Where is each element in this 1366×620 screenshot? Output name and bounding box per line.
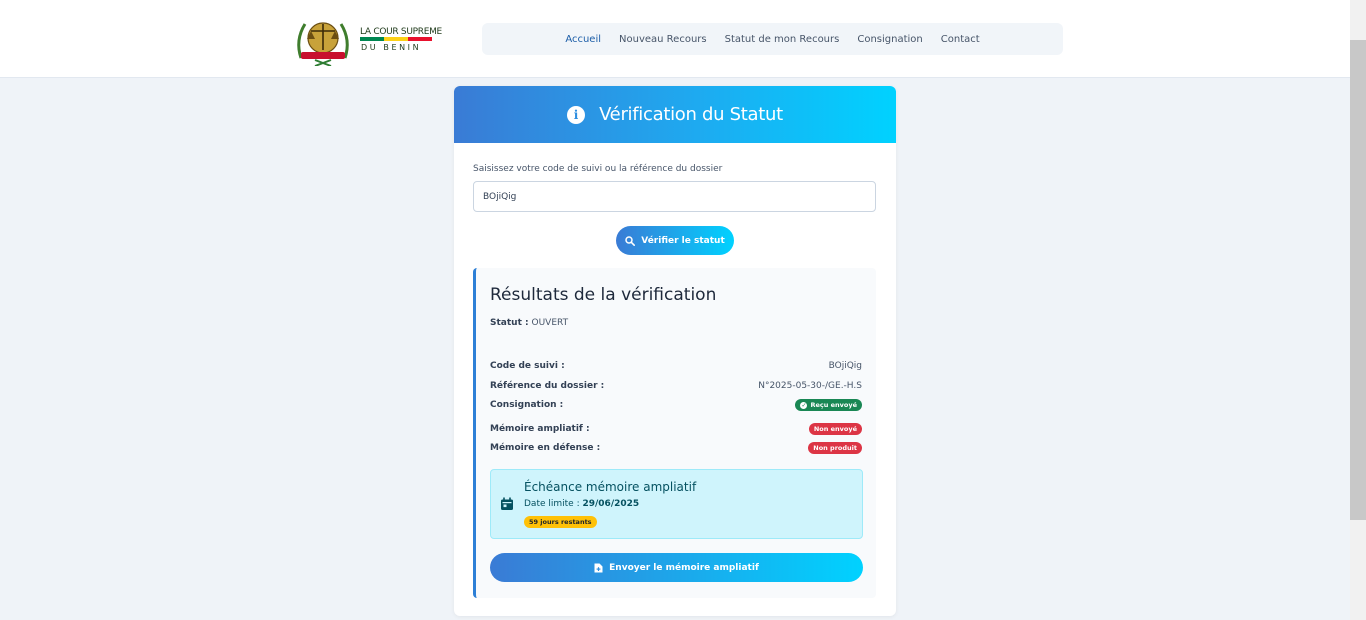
file-reference-key: Référence du dossier : [490,381,605,391]
results-panel: Résultats de la vérification Statut : OU… [473,268,876,598]
memoire-ampliatif-badge: Non envoyé [808,423,862,435]
tracking-code-label: Saisissez votre code de suivi ou la réfé… [473,164,723,174]
memoire-defense-badge: Non produit [808,442,862,454]
memoire-defense-key: Mémoire en défense : [490,443,601,453]
nav-item-accueil[interactable]: Accueil [565,34,601,45]
nav-item-statut-recours[interactable]: Statut de mon Recours [725,34,840,45]
memoire-ampliatif-value: Non envoyé [808,423,862,435]
deadline-date-value: 29/06/2025 [582,499,640,509]
status-value: OUVERT [531,318,569,328]
verify-status-button[interactable]: Vérifier le statut [616,226,734,255]
status-label: Statut : [490,318,529,328]
consignation-key: Consignation : [490,400,564,410]
consignation-status-badge: ✓ Reçu envoyé [795,399,862,411]
status-line: Statut : OUVERT [490,318,568,328]
card-title: Vérification du Statut [599,104,783,125]
days-remaining-badge: 59 jours restants [524,516,597,528]
nav-item-nouveau-recours[interactable]: Nouveau Recours [619,34,707,45]
check-circle-icon: ✓ [800,401,808,409]
scales-of-justice-emblem-icon [297,22,349,66]
send-memoire-ampliatif-button[interactable]: Envoyer le mémoire ampliatif [490,553,863,582]
search-icon [625,235,636,246]
tracking-code-value: BOjiQig [828,361,862,371]
nav-item-contact[interactable]: Contact [941,34,980,45]
send-memoire-label: Envoyer le mémoire ampliatif [609,562,759,573]
info-circle-icon: i [567,105,586,124]
benin-flag-stripe [360,37,432,41]
card-header: i Vérification du Statut [454,86,896,143]
results-title: Résultats de la vérification [490,285,717,305]
status-verification-card: i Vérification du Statut Saisissez votre… [454,86,896,616]
tracking-code-key: Code de suivi : [490,361,565,371]
consignation-value: ✓ Reçu envoyé [795,399,862,411]
main-nav: Accueil Nouveau Recours Statut de mon Re… [482,23,1063,55]
deadline-date-line: Date limite : 29/06/2025 [524,499,639,509]
page-scrollbar-thumb[interactable] [1350,40,1366,520]
deadline-title: Échéance mémoire ampliatif [524,480,697,494]
top-navbar: LA COUR SUPREME DU BENIN Accueil Nouveau… [0,0,1350,78]
memoire-ampliatif-key: Mémoire ampliatif : [490,424,590,434]
logo-title-line1: LA COUR SUPREME [360,27,442,37]
memoire-defense-value: Non produit [808,442,862,454]
logo-title-line2: DU BENIN [361,43,422,52]
tracking-code-input[interactable] [473,181,876,212]
deadline-date-label: Date limite : [524,499,580,509]
consignation-badge-label: Reçu envoyé [810,401,857,409]
deadline-alert: Échéance mémoire ampliatif Date limite :… [490,469,863,539]
nav-item-consignation[interactable]: Consignation [857,34,922,45]
calendar-icon [501,497,513,510]
file-upload-icon [594,563,603,572]
cour-supreme-logo[interactable]: LA COUR SUPREME DU BENIN [288,12,442,68]
file-reference-value: N°2025-05-30-/GE.-H.S [758,381,862,391]
verify-status-label: Vérifier le statut [641,235,725,246]
